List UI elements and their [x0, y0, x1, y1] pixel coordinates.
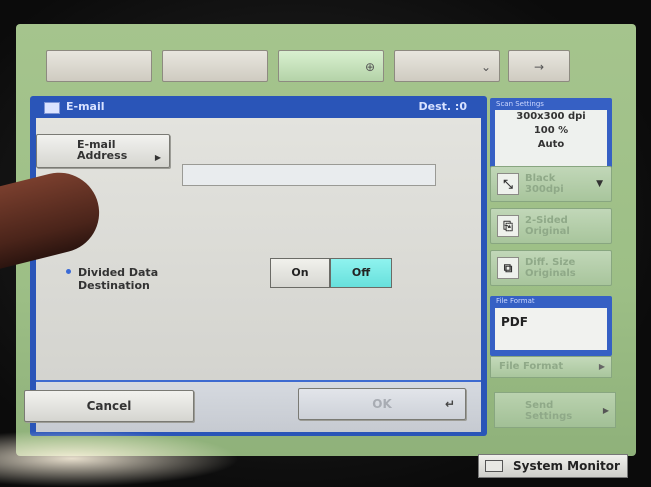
top-tab-4[interactable]: ⌄	[394, 50, 500, 82]
top-tab-2[interactable]	[162, 50, 268, 82]
diff-size-line-1: Diff. Size	[525, 257, 576, 268]
forward-tab[interactable]: →	[508, 50, 570, 82]
light-glare	[0, 430, 240, 487]
two-sided-label: 2-Sided Original	[525, 215, 570, 237]
monitor-icon	[485, 460, 503, 472]
file-format-button-label: File Format	[499, 361, 564, 372]
arrow-right-icon: →	[533, 60, 545, 74]
system-monitor-button[interactable]: System Monitor	[478, 454, 628, 478]
two-sided-line-1: 2-Sided	[525, 215, 568, 226]
top-tab-3[interactable]: ⊕	[278, 50, 384, 82]
color-mode-line-1: Black	[525, 173, 556, 184]
email-address-field[interactable]	[182, 164, 436, 186]
panel-title: E-mail	[66, 100, 105, 113]
divided-off-button[interactable]: Off	[330, 258, 392, 288]
diff-size-originals-button[interactable]: ⧉ Diff. Size Originals	[490, 250, 612, 286]
divided-data-label-2: Destination	[78, 279, 150, 292]
submenu-arrow-icon: ▶	[154, 153, 161, 162]
submenu-arrow-icon: ▶	[602, 406, 609, 415]
two-sided-original-button[interactable]: ⎘ 2-Sided Original	[490, 208, 612, 244]
tab-indicator-icon: ⊕	[364, 60, 375, 74]
ok-button[interactable]: OK ↵	[298, 388, 466, 420]
return-arrow-icon: ↵	[444, 397, 455, 411]
file-format-value: PDF	[495, 308, 607, 350]
scan-mode: Auto	[537, 139, 565, 150]
color-mode-label: Black 300dpi	[525, 173, 564, 195]
cancel-button[interactable]: Cancel	[24, 390, 194, 422]
file-format-header: File Format	[496, 297, 535, 305]
two-sided-line-2: Original	[525, 226, 570, 237]
send-settings-button[interactable]: Send Settings ▶	[494, 392, 616, 428]
submenu-arrow-icon: ▶	[598, 362, 605, 371]
panel-title-bar: E-mail Dest. :0	[30, 96, 487, 118]
color-mode-line-2: 300dpi	[525, 184, 564, 195]
send-settings-line-2: Settings	[525, 411, 573, 422]
scan-zoom: 100 %	[533, 125, 569, 136]
diff-size-line-2: Originals	[525, 268, 576, 279]
two-sided-icon: ⎘	[497, 215, 519, 237]
color-mode-button[interactable]: ⤡ Black 300dpi ▼	[490, 166, 612, 202]
ok-label: OK	[372, 397, 392, 411]
mail-icon	[44, 102, 60, 114]
bullet-icon	[66, 269, 71, 274]
scan-resolution: 300x300 dpi	[516, 111, 586, 122]
divided-data-label-1: Divided Data	[78, 266, 159, 279]
color-mode-icon: ⤡	[497, 173, 519, 195]
scan-settings-header: Scan Settings	[496, 100, 544, 108]
divided-on-button[interactable]: On	[270, 258, 330, 288]
destination-count: Dest. :0	[418, 100, 467, 113]
system-monitor-label: System Monitor	[513, 459, 620, 473]
diff-size-label: Diff. Size Originals	[525, 257, 576, 279]
diff-size-icon: ⧉	[497, 257, 519, 279]
file-format-button[interactable]: File Format ▶	[490, 356, 612, 378]
cancel-label: Cancel	[86, 399, 132, 413]
dropdown-arrow-icon: ▼	[596, 179, 603, 189]
file-format-box: File Format PDF	[490, 296, 612, 356]
chevron-down-icon: ⌄	[480, 60, 491, 74]
email-address-button[interactable]: E-mail Address ▶	[36, 134, 170, 168]
top-tab-1[interactable]	[46, 50, 152, 82]
divided-data-label: Divided Data Destination	[78, 266, 218, 292]
scan-settings-values: 300x300 dpi 100 % Auto	[495, 110, 607, 166]
send-settings-line-1: Send	[525, 400, 554, 411]
scan-settings-box: Scan Settings 300x300 dpi 100 % Auto	[490, 98, 612, 170]
